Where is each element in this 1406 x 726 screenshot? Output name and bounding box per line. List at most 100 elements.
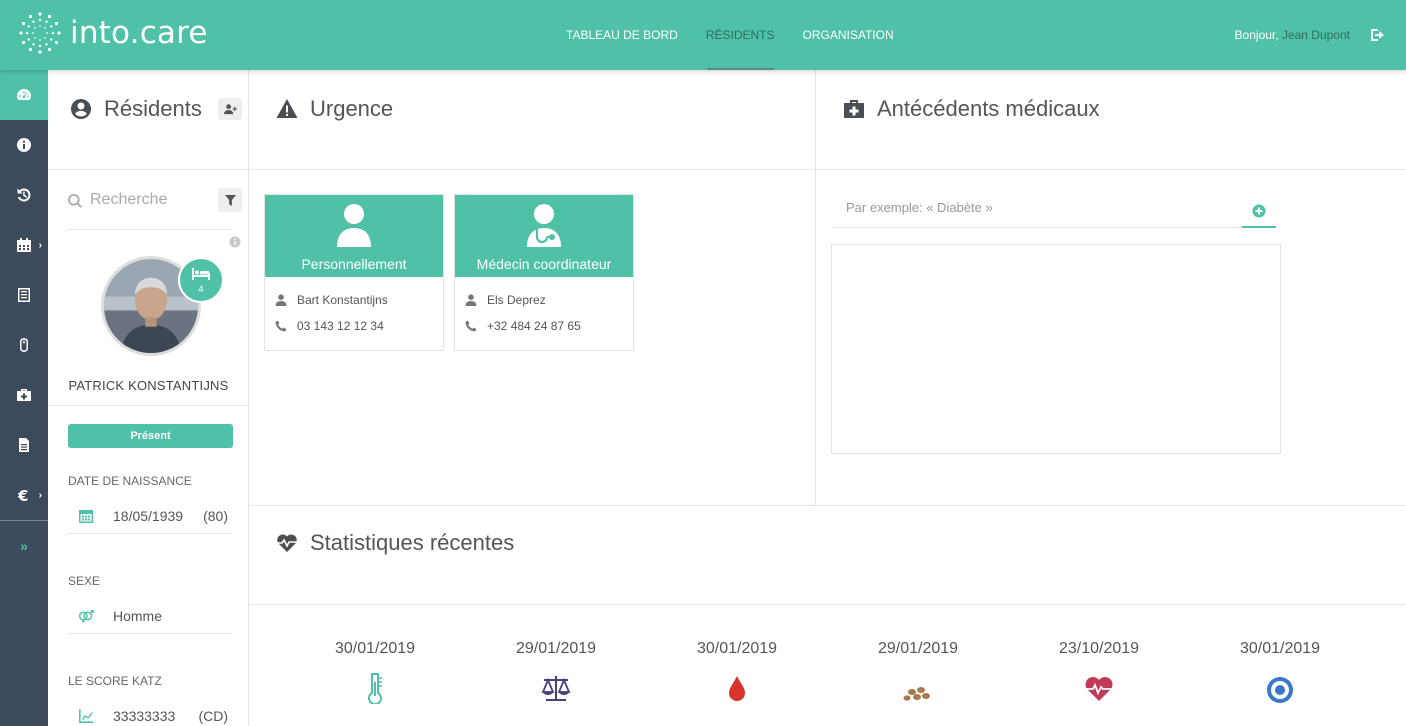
top-bar: into.care TABLEAU DE BORD RÉSIDENTS ORGA… bbox=[0, 0, 1406, 70]
emergency-contact-card[interactable]: Personnellement Bart Konstantijns 03 143… bbox=[264, 194, 444, 351]
target-icon bbox=[1267, 677, 1293, 703]
katz-value: 33333333 bbox=[113, 707, 176, 724]
urgence-title: Urgence bbox=[310, 96, 394, 121]
info-icon[interactable] bbox=[229, 236, 241, 248]
stat-date: 29/01/2019 bbox=[877, 640, 959, 657]
mouse-icon bbox=[20, 338, 28, 352]
status-present-button[interactable]: Présent bbox=[68, 424, 233, 448]
coordinating-doctor-card[interactable]: Médecin coordinateur Els Deprez +32 484 … bbox=[454, 194, 634, 351]
history-icon bbox=[17, 188, 31, 202]
info-icon bbox=[17, 138, 31, 152]
nav-residents[interactable]: RÉSIDENTS bbox=[692, 0, 789, 70]
residents-header: Résidents bbox=[70, 96, 202, 122]
checklist-icon bbox=[18, 288, 30, 302]
user-greeting: Bonjour, Jean Dupont bbox=[1235, 28, 1350, 42]
divider bbox=[249, 169, 1406, 170]
stat-date: 30/01/2019 bbox=[1239, 640, 1321, 657]
resident-name: PATRICK KONSTANTIJNS bbox=[68, 378, 229, 393]
filter-icon bbox=[224, 194, 236, 206]
antecedent-input-row bbox=[832, 196, 1276, 228]
stats-title: Statistiques récentes bbox=[310, 530, 515, 555]
antecedents-list bbox=[831, 244, 1281, 454]
resident-search bbox=[68, 188, 242, 230]
stat-blood[interactable]: 30/01/2019 bbox=[667, 640, 807, 709]
card-title: Médecin coordinateur bbox=[476, 256, 612, 272]
rail-mouse[interactable] bbox=[0, 320, 48, 370]
thermometer-icon bbox=[368, 673, 382, 706]
antecedents-header: Antécédents médicaux bbox=[843, 96, 1100, 122]
urgence-header: Urgence bbox=[276, 96, 393, 122]
doctor-icon bbox=[527, 204, 561, 247]
rail-checklist[interactable] bbox=[0, 270, 48, 320]
nav-tableau-de-bord[interactable]: TABLEAU DE BORD bbox=[552, 0, 692, 70]
blood-drop-icon bbox=[729, 676, 745, 701]
rail-dashboard[interactable] bbox=[0, 70, 48, 120]
rail-expand[interactable]: » bbox=[0, 521, 48, 571]
residents-title: Résidents bbox=[104, 96, 202, 121]
birthdate-label: DATE DE NAISSANCE bbox=[68, 474, 192, 488]
dashboard-icon bbox=[17, 89, 31, 100]
sex-value: Homme bbox=[113, 607, 163, 624]
contact-name-row: Bart Konstantijns bbox=[265, 287, 443, 313]
warning-icon bbox=[276, 99, 298, 118]
stat-medication[interactable]: 29/01/2019 bbox=[848, 640, 988, 709]
phone-icon bbox=[465, 320, 477, 332]
sex-row: Homme bbox=[68, 598, 232, 634]
chevron-right-icon: › bbox=[38, 490, 42, 501]
user-name[interactable]: Jean Dupont bbox=[1282, 28, 1350, 42]
svg-text:€: € bbox=[17, 487, 28, 503]
divider bbox=[48, 405, 248, 406]
search-icon bbox=[68, 194, 82, 208]
search-input[interactable] bbox=[90, 188, 208, 212]
rail-calendar[interactable]: › bbox=[0, 220, 48, 270]
nav-organisation[interactable]: ORGANISATION bbox=[789, 0, 908, 70]
card-title: Personnellement bbox=[301, 256, 407, 272]
user-icon bbox=[465, 294, 477, 306]
rail-history[interactable] bbox=[0, 170, 48, 220]
filter-button[interactable] bbox=[218, 188, 242, 212]
logo[interactable]: into.care bbox=[18, 11, 208, 55]
birthdate-value: 18/05/1939 bbox=[113, 507, 184, 524]
side-rail: › € › » bbox=[0, 70, 48, 726]
logout-icon[interactable] bbox=[1370, 27, 1386, 43]
bed-icon bbox=[192, 267, 210, 280]
expand-icon: » bbox=[20, 538, 28, 554]
contact-phone[interactable]: +32 484 24 87 65 bbox=[487, 319, 581, 333]
calendar-icon bbox=[17, 238, 31, 252]
stat-temperature[interactable]: 30/01/2019 bbox=[305, 640, 445, 709]
sex-label: SEXE bbox=[68, 574, 101, 588]
medkit-icon bbox=[844, 100, 864, 118]
rail-billing[interactable]: € › bbox=[0, 470, 48, 520]
chart-line-icon bbox=[79, 708, 93, 723]
stat-weight[interactable]: 29/01/2019 bbox=[486, 640, 626, 709]
bed-badge[interactable]: 4 bbox=[178, 257, 224, 303]
greeting-text: Bonjour, bbox=[1234, 28, 1279, 42]
card-header: Médecin coordinateur bbox=[455, 195, 633, 277]
scale-icon bbox=[541, 676, 571, 701]
contact-phone-row: 03 143 12 12 34 bbox=[265, 313, 443, 339]
stat-target[interactable]: 30/01/2019 bbox=[1210, 640, 1350, 709]
rail-documents[interactable] bbox=[0, 420, 48, 470]
add-user-icon bbox=[223, 103, 237, 114]
calendar-icon bbox=[79, 509, 93, 523]
contact-phone[interactable]: 03 143 12 12 34 bbox=[297, 319, 384, 333]
antecedents-title: Antécédents médicaux bbox=[877, 96, 1100, 121]
add-resident-button[interactable] bbox=[218, 98, 242, 120]
antecedent-input[interactable] bbox=[846, 200, 1226, 215]
heartbeat-icon bbox=[277, 534, 297, 552]
gender-icon bbox=[78, 609, 94, 622]
add-antecedent-button[interactable] bbox=[1242, 196, 1276, 228]
stat-heart-rate[interactable]: 23/10/2019 bbox=[1029, 640, 1169, 709]
medkit-icon bbox=[17, 389, 31, 401]
euro-icon: € bbox=[17, 487, 28, 503]
rail-info[interactable] bbox=[0, 120, 48, 170]
pills-icon bbox=[903, 687, 930, 701]
contact-name: Bart Konstantijns bbox=[297, 293, 388, 307]
heartbeat-icon bbox=[1085, 677, 1113, 701]
logo-icon bbox=[19, 12, 61, 54]
contact-phone-row: +32 484 24 87 65 bbox=[455, 313, 633, 339]
user-circle-icon bbox=[71, 99, 91, 119]
bed-count: 4 bbox=[198, 283, 204, 294]
divider bbox=[48, 169, 248, 170]
rail-medical[interactable] bbox=[0, 370, 48, 420]
